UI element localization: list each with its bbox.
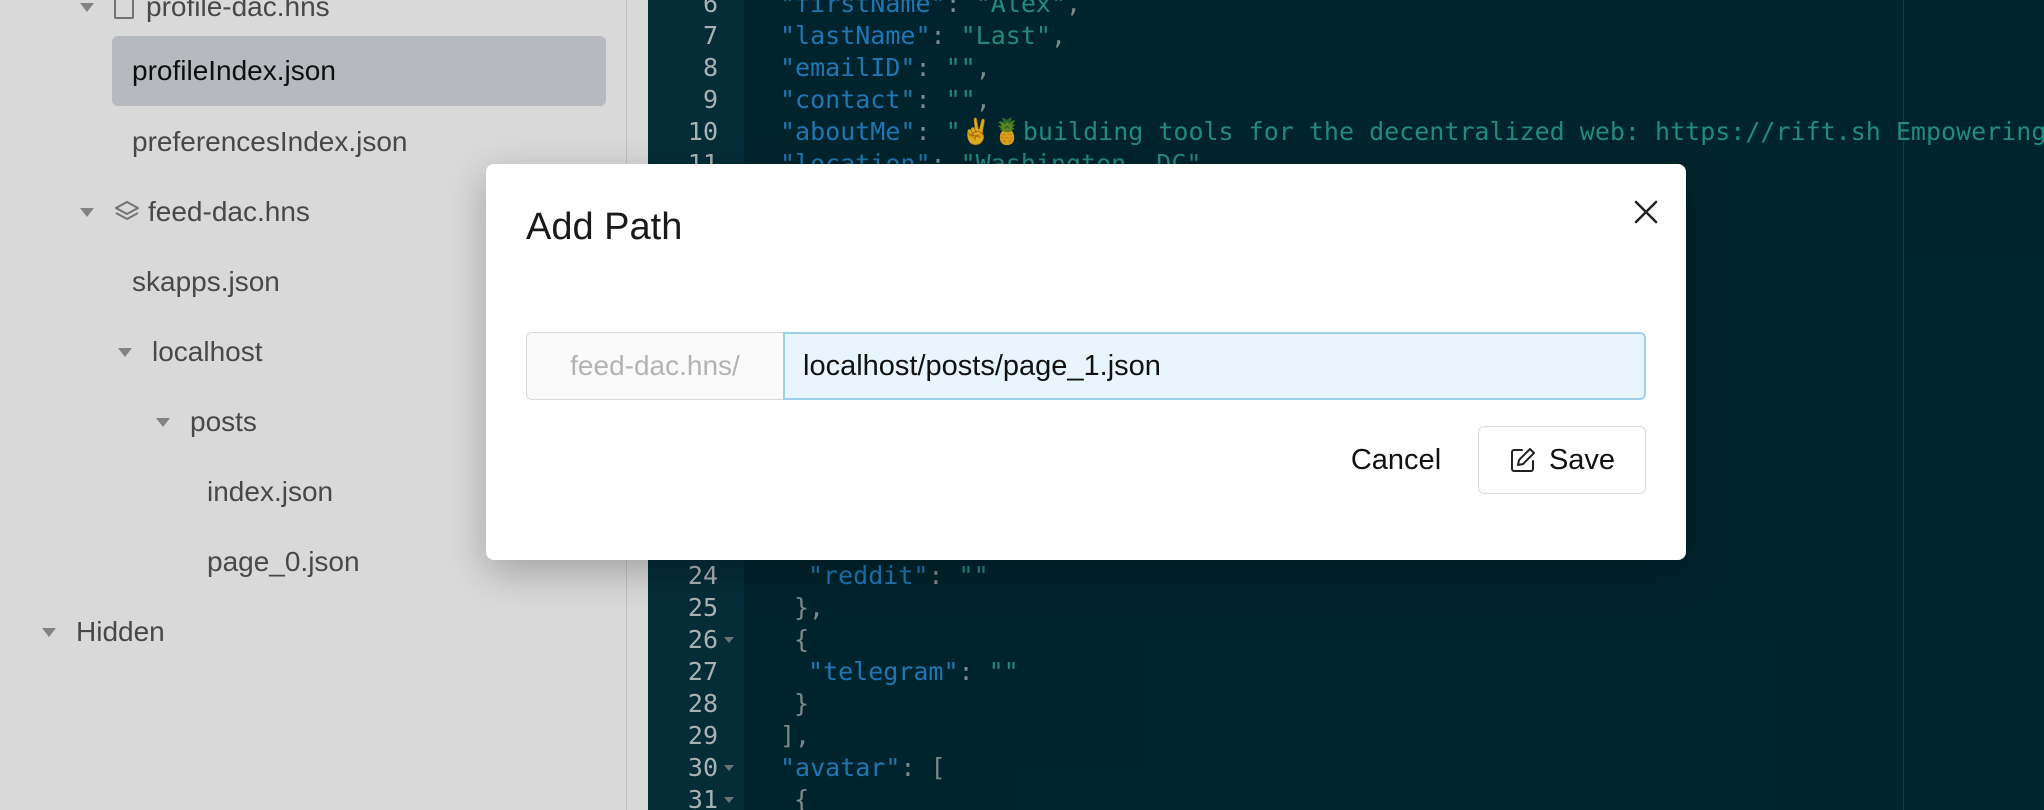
path-input-group: feed-dac.hns/	[526, 332, 1646, 400]
save-label: Save	[1548, 443, 1616, 476]
add-path-dialog: Add Path feed-dac.hns/ Cancel Save	[486, 164, 1686, 560]
save-button[interactable]: Save	[1478, 426, 1646, 494]
app-root: profile-dac.hns profileIndex.json prefer…	[0, 0, 2044, 810]
cancel-button[interactable]: Cancel	[1316, 426, 1476, 494]
edit-icon	[1510, 448, 1535, 472]
path-prefix-addon: feed-dac.hns/	[526, 332, 783, 400]
close-icon[interactable]	[1626, 192, 1666, 232]
path-input[interactable]	[783, 332, 1646, 400]
dialog-title: Add Path	[526, 206, 683, 248]
